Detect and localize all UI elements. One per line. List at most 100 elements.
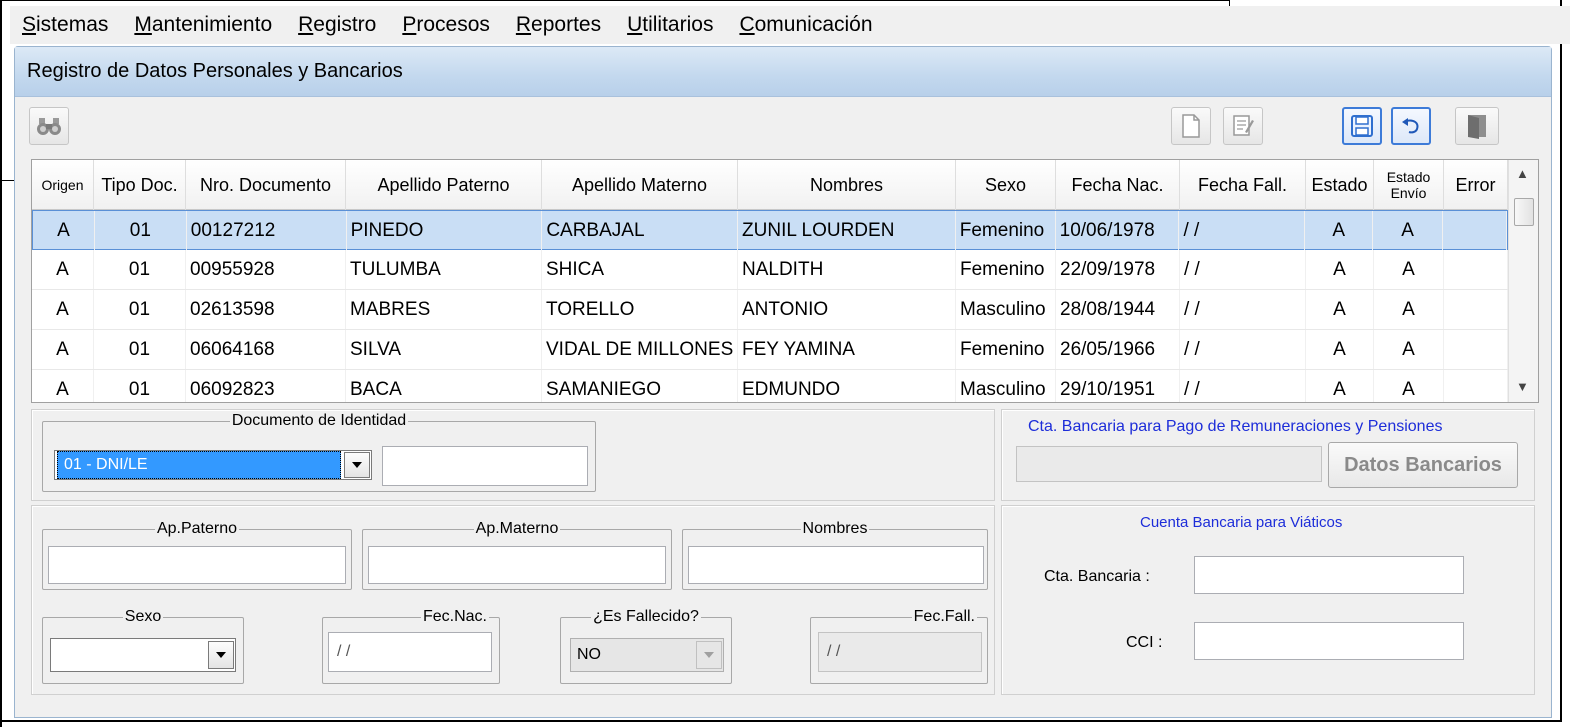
ap-paterno-label: Ap.Paterno [156,520,238,537]
table-cell: 06064168 [186,330,346,369]
column-header[interactable]: Estado [1306,160,1374,210]
menu-item-procesos[interactable]: Procesos [390,13,502,37]
table-cell: Masculino [956,370,1056,402]
table-cell: A [32,370,94,402]
column-header[interactable]: Nro. Documento [186,160,346,210]
menu-item-reportes[interactable]: Reportes [504,13,613,37]
column-header[interactable]: Apellido Paterno [346,160,542,210]
cci-label: CCI : [1126,634,1163,651]
floppy-disk-icon [1351,115,1373,137]
table-cell: / / [1179,211,1306,250]
table-cell: Femenino [956,330,1056,369]
ap-paterno-input[interactable] [48,546,346,584]
menu-item-sistemas[interactable]: Sistemas [10,13,120,37]
table-cell: A [1306,250,1374,289]
doc-number-input[interactable] [382,446,588,486]
table-cell: EDMUNDO [738,370,956,402]
table-cell: Femenino [956,211,1056,250]
doc-type-selected: 01 - DNI/LE [57,451,341,479]
table-cell [1443,211,1508,250]
table-cell: Masculino [956,290,1056,329]
table-cell: A [32,290,94,329]
viaticos-panel: Cuenta Bancaria para Viáticos Cta. Banca… [1001,505,1535,695]
scroll-down-arrow-icon[interactable]: ▼ [1516,379,1529,394]
fec-nac-input[interactable]: / / [328,632,492,672]
datos-bancarios-button[interactable]: Datos Bancarios [1328,442,1518,488]
table-cell: 01 [94,330,186,369]
column-header[interactable]: Fecha Nac. [1056,160,1180,210]
cta-remuneraciones-title: Cta. Bancaria para Pago de Remuneracione… [1028,418,1443,435]
scroll-up-arrow-icon[interactable]: ▲ [1516,166,1529,181]
cta-remuneraciones-input[interactable] [1016,446,1322,482]
menu-item-mantenimiento[interactable]: Mantenimiento [122,13,284,37]
fec-fall-input[interactable]: / / [818,632,982,672]
table-cell: 01 [94,290,186,329]
scroll-thumb[interactable] [1514,198,1534,226]
undo-button[interactable] [1391,107,1431,145]
exit-door-icon [1468,115,1486,139]
table-row[interactable]: A 01 02613598 MABRES TORELLO ANTONIO Masculino… [32,290,1508,330]
table-row[interactable]: A 01 00127212 PINEDO CARBAJAL ZUNIL LOURDEN Fe… [32,210,1508,250]
table-cell [1444,330,1508,369]
doc-type-select[interactable]: 01 - DNI/LE [54,450,372,480]
table-row[interactable]: A 01 06064168 SILVA VIDAL DE MILLONES FEY YAM… [32,330,1508,370]
column-header[interactable]: Sexo [956,160,1056,210]
column-header[interactable]: Nombres [738,160,956,210]
es-fallecido-selected: NO [577,646,601,663]
table-cell: A [1305,211,1374,250]
es-fallecido-select[interactable]: NO [570,638,724,672]
column-header[interactable]: Apellido Materno [542,160,738,210]
table-cell: A [32,250,94,289]
table-cell: MABRES [346,290,542,329]
column-header[interactable]: Tipo Doc. [94,160,186,210]
nombres-label: Nombres [802,520,868,537]
column-header[interactable]: Origen [32,160,94,210]
menu-item-comunicacin[interactable]: Comunicación [727,13,884,37]
table-cell: TORELLO [542,290,738,329]
table-cell: / / [1180,250,1306,289]
sexo-label: Sexo [124,608,162,625]
menu-item-utilitarios[interactable]: Utilitarios [615,13,725,37]
save-button[interactable] [1342,107,1382,145]
table-row[interactable]: A 01 00955928 TULUMBA SHICA NALDITH Femenino 22… [32,250,1508,290]
menu-item-registro[interactable]: Registro [286,13,388,37]
grid-vertical-scrollbar[interactable]: ▲ ▼ [1508,160,1538,402]
table-cell: 01 [94,370,186,402]
grid-body: A 01 00127212 PINEDO CARBAJAL ZUNIL LOURDEN Fe… [32,210,1508,402]
new-document-button[interactable] [1171,107,1211,145]
table-cell: 28/08/1944 [1056,290,1180,329]
edit-document-button[interactable] [1223,107,1263,145]
dropdown-arrow-icon[interactable] [344,452,370,478]
table-cell: A [1374,330,1444,369]
ap-materno-input[interactable] [368,546,666,584]
table-cell: TULUMBA [346,250,542,289]
cta-bancaria-input[interactable] [1194,556,1464,594]
column-header[interactable]: Fecha Fall. [1180,160,1306,210]
dropdown-arrow-icon[interactable] [696,641,722,669]
window-title: Registro de Datos Personales y Bancarios [15,47,1551,97]
grid-header: Origen Tipo Doc. Nro. Documento Apellido Pa… [32,160,1508,210]
undo-arrow-icon [1402,118,1419,134]
exit-door-button[interactable] [1455,107,1499,145]
nombres-input[interactable] [688,546,984,584]
table-cell: A [1374,370,1444,402]
table-cell: 01 [94,250,186,289]
sexo-selected [51,639,207,671]
table-cell: PINEDO [347,211,543,250]
table-cell: VIDAL DE MILLONES [542,330,738,369]
cci-input[interactable] [1194,622,1464,660]
column-header[interactable]: Estado Envío [1374,160,1444,210]
sexo-select[interactable] [50,638,236,672]
dropdown-arrow-icon[interactable] [208,641,234,669]
document-panel: Documento de Identidad 01 - DNI/LE [31,409,995,501]
search-binoculars-button[interactable] [29,107,69,145]
table-cell: / / [1180,290,1306,329]
toolbar [15,99,1551,149]
table-row[interactable]: A 01 06092823 BACA SAMANIEGO EDMUNDO Masculino… [32,370,1508,402]
column-header[interactable]: Error [1444,160,1508,210]
table-cell: 06092823 [186,370,346,402]
table-cell: 29/10/1951 [1056,370,1180,402]
table-cell: SHICA [542,250,738,289]
table-cell: 10/06/1978 [1056,211,1180,250]
personal-data-grid[interactable]: Origen Tipo Doc. Nro. Documento Apellido Pa… [31,159,1539,403]
